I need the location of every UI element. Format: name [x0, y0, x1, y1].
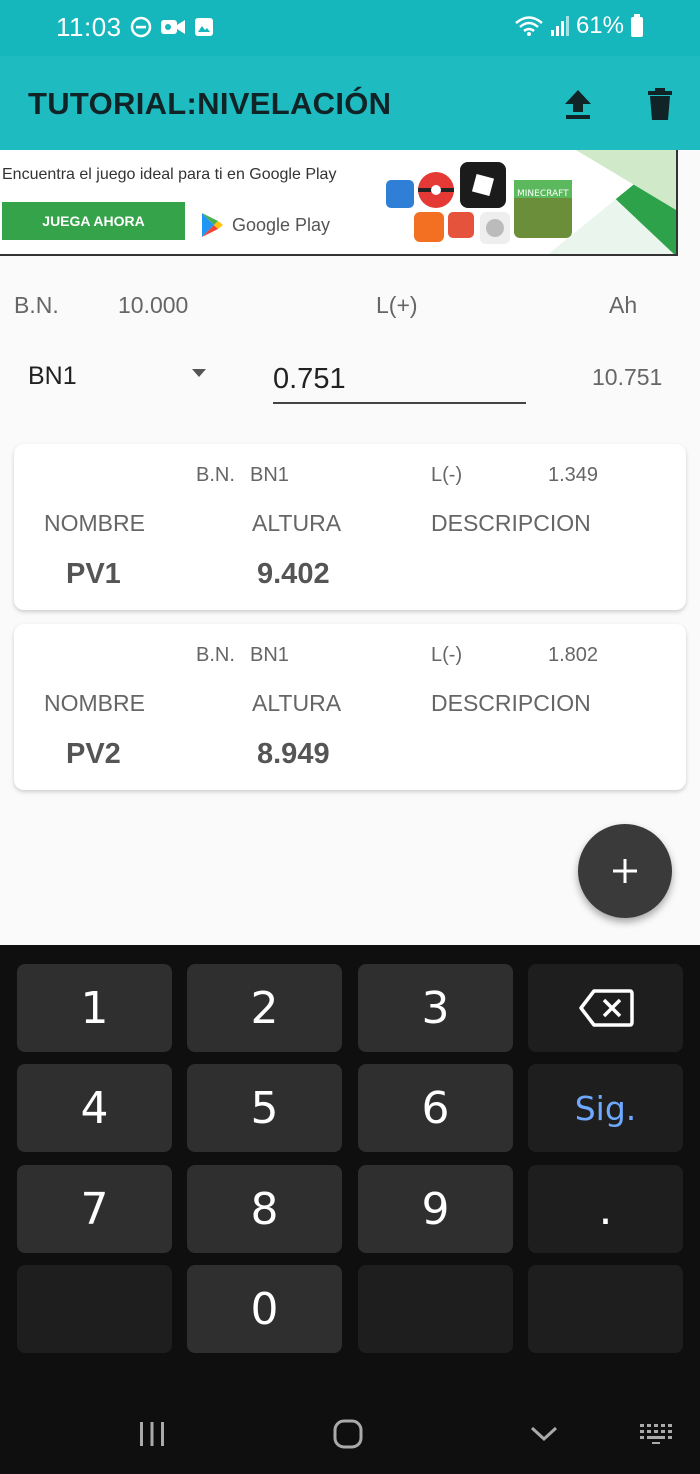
- app-bar: TUTORIAL:NIVELACIÓN: [0, 56, 700, 150]
- ah-value: 10.751: [592, 364, 663, 390]
- keyboard-icon: [640, 1424, 672, 1444]
- trash-icon: [648, 88, 672, 120]
- card-point-altura: 9.402: [257, 558, 330, 590]
- signal-icon: [550, 16, 569, 36]
- lplus-label: L(+): [376, 292, 418, 318]
- point-card[interactable]: B.N. BN1 L(-) 1.349 NOMBRE ALTURA DESCRI…: [14, 444, 686, 610]
- navigation-bar: [0, 1394, 700, 1474]
- battery-icon: [631, 14, 643, 37]
- bn-value: 10.000: [118, 292, 189, 318]
- card-point-altura: 8.949: [257, 738, 330, 770]
- upload-button[interactable]: [558, 84, 598, 124]
- card-col-descripcion: DESCRIPCION: [431, 690, 591, 716]
- card-bn-label: B.N.: [196, 644, 235, 666]
- key-8[interactable]: 8: [187, 1165, 342, 1253]
- battery-percent: 61%: [575, 12, 624, 39]
- key-2[interactable]: 2: [187, 964, 342, 1052]
- card-col-name: NOMBRE: [44, 510, 145, 536]
- ad-headline: Encuentra el juego ideal para ti en Goog…: [2, 166, 337, 183]
- key-9[interactable]: 9: [358, 1165, 513, 1253]
- backspace-key[interactable]: [528, 964, 683, 1052]
- key-7[interactable]: 7: [17, 1165, 172, 1253]
- plus-icon: [613, 859, 637, 883]
- image-icon: [195, 18, 213, 36]
- svg-text:MINECRAFT: MINECRAFT: [517, 189, 569, 199]
- keyboard-switch-button[interactable]: [634, 1414, 678, 1454]
- card-col-name: NOMBRE: [44, 690, 145, 716]
- key-empty-right: [528, 1265, 683, 1353]
- home-button[interactable]: [326, 1414, 370, 1454]
- key-6[interactable]: 6: [358, 1064, 513, 1152]
- card-point-name: PV1: [66, 558, 121, 590]
- card-col-altura: ALTURA: [252, 510, 342, 536]
- card-bn-value: BN1: [250, 464, 289, 486]
- status-system: 61%: [514, 12, 644, 40]
- dropdown-arrow-icon: [192, 369, 206, 377]
- card-lminus-value: 1.802: [548, 644, 599, 666]
- card-col-altura: ALTURA: [252, 690, 342, 716]
- bn-dropdown[interactable]: BN1: [28, 360, 218, 400]
- key-4[interactable]: 4: [17, 1064, 172, 1152]
- status-time: 11:03: [56, 12, 122, 42]
- status-notifications: [130, 16, 214, 38]
- recents-icon: [140, 1422, 164, 1446]
- card-bn-label: B.N.: [196, 464, 235, 486]
- ah-label: Ah: [609, 292, 638, 318]
- play-store-icon: [202, 213, 223, 237]
- next-key[interactable]: Sig.: [528, 1064, 683, 1152]
- point-card[interactable]: B.N. BN1 L(-) 1.802 NOMBRE ALTURA DESCRI…: [14, 624, 686, 790]
- dnd-icon: [130, 16, 152, 38]
- upload-icon: [565, 90, 591, 119]
- status-bar: 11:03 61%: [0, 0, 700, 56]
- bn-dropdown-value: BN1: [28, 362, 77, 390]
- video-icon: [161, 20, 185, 34]
- key-0[interactable]: 0: [187, 1265, 342, 1353]
- back-icon: [530, 1426, 558, 1442]
- recents-button[interactable]: [130, 1414, 174, 1454]
- lplus-input[interactable]: [273, 356, 526, 404]
- ad-store-label: Google Play: [232, 214, 331, 235]
- app-title: TUTORIAL:NIVELACIÓN: [28, 86, 392, 121]
- card-lminus-label: L(-): [431, 644, 463, 666]
- google-play-badge: Google Play: [200, 212, 330, 238]
- card-lminus-label: L(-): [431, 464, 463, 486]
- card-lminus-value: 1.349: [548, 464, 599, 486]
- key-dot[interactable]: .: [528, 1165, 683, 1253]
- bn-label: B.N.: [14, 292, 59, 318]
- key-3[interactable]: 3: [358, 964, 513, 1052]
- home-icon: [333, 1419, 363, 1449]
- delete-button[interactable]: [640, 84, 680, 124]
- key-empty-mid: [358, 1265, 513, 1353]
- ad-banner[interactable]: Encuentra el juego ideal para ti en Goog…: [0, 150, 678, 256]
- card-col-descripcion: DESCRIPCION: [431, 510, 591, 536]
- backspace-icon: [578, 989, 634, 1027]
- key-empty-left: [17, 1265, 172, 1353]
- card-point-name: PV2: [66, 738, 121, 770]
- ad-game-icons: MINECRAFT: [386, 150, 676, 254]
- add-point-button[interactable]: [578, 824, 672, 918]
- key-1[interactable]: 1: [17, 964, 172, 1052]
- back-button[interactable]: [522, 1414, 566, 1454]
- wifi-icon: [515, 16, 543, 36]
- ad-cta-button[interactable]: JUEGA AHORA: [2, 202, 185, 240]
- card-bn-value: BN1: [250, 644, 289, 666]
- key-5[interactable]: 5: [187, 1064, 342, 1152]
